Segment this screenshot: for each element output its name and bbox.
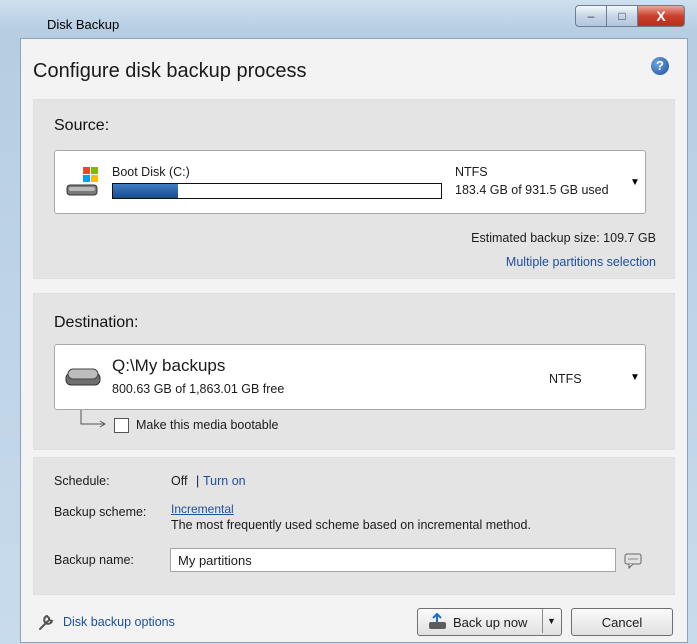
back-up-now-label: Back up now — [453, 614, 528, 630]
destination-path: Q:\My backups — [112, 356, 226, 375]
destination-panel: Destination: Q:\My backups 800.63 GB of … — [33, 293, 675, 450]
backup-scheme-label: Backup scheme: — [54, 505, 147, 519]
incremental-scheme-link[interactable]: Incremental — [171, 502, 234, 516]
source-usage-bar — [112, 183, 442, 199]
minimize-button[interactable]: – — [575, 5, 607, 27]
source-disk-combo[interactable]: Boot Disk (C:) NTFS 183.4 GB of 931.5 GB… — [54, 150, 646, 214]
back-up-now-button[interactable]: Back up now ▼ — [417, 608, 562, 636]
window-controls: – □ X — [575, 5, 685, 27]
destination-combo[interactable]: Q:\My backups 800.63 GB of 1,863.01 GB f… — [54, 344, 646, 410]
source-disk-name: Boot Disk (C:) — [112, 165, 190, 179]
dialog-client-area: Configure disk backup process ? Source: … — [20, 38, 688, 643]
source-filesystem: NTFS — [455, 165, 488, 179]
wrench-icon — [39, 614, 54, 630]
source-label: Source: — [54, 117, 110, 134]
help-icon[interactable]: ? — [651, 57, 669, 75]
chevron-down-icon[interactable]: ▼ — [542, 609, 560, 633]
disk-backup-window: Disk Backup – □ X Configure disk backup … — [0, 0, 697, 644]
destination-free-space: 800.63 GB of 1,863.01 GB free — [112, 382, 285, 396]
schedule-value: Off — [171, 474, 188, 488]
chevron-down-icon[interactable]: ▼ — [625, 345, 645, 409]
backup-name-input[interactable]: My partitions — [170, 548, 616, 572]
indent-arrow-icon — [80, 410, 106, 428]
source-usage-fill — [113, 184, 178, 198]
title-bar[interactable]: Disk Backup – □ X — [0, 0, 697, 38]
boot-disk-icon — [66, 167, 98, 196]
disk-backup-options-link[interactable]: Disk backup options — [63, 615, 175, 629]
schedule-label: Schedule: — [54, 474, 110, 488]
turn-on-schedule-link[interactable]: Turn on — [203, 474, 246, 488]
bootable-checkbox[interactable] — [114, 418, 129, 433]
multiple-partitions-link[interactable]: Multiple partitions selection — [506, 255, 656, 269]
schedule-separator: | — [196, 474, 200, 488]
source-panel: Source: Boot Disk (C:) NTFS 183.4 GB of … — [33, 99, 675, 279]
estimated-backup-size: Estimated backup size: 109.7 GB — [471, 231, 656, 245]
source-usage-text: 183.4 GB of 931.5 GB used — [455, 183, 609, 197]
comment-icon[interactable] — [624, 553, 642, 569]
close-button[interactable]: X — [638, 5, 685, 27]
backup-name-row: Backup name: My partitions — [34, 545, 674, 577]
settings-panel: Schedule: Off | Turn on Backup scheme: I… — [33, 457, 675, 595]
backup-name-label: Backup name: — [54, 553, 134, 567]
backup-drive-icon — [429, 613, 446, 629]
maximize-button[interactable]: □ — [607, 5, 638, 27]
window-title: Disk Backup — [47, 17, 120, 32]
scheme-description: The most frequently used scheme based on… — [171, 518, 531, 532]
cancel-button[interactable]: Cancel — [571, 608, 673, 636]
bootable-label: Make this media bootable — [136, 418, 279, 432]
destination-filesystem: NTFS — [549, 372, 582, 386]
chevron-down-icon[interactable]: ▼ — [625, 151, 645, 213]
destination-label: Destination: — [54, 314, 139, 331]
page-title: Configure disk backup process — [33, 60, 307, 82]
hard-drive-icon — [65, 368, 101, 386]
